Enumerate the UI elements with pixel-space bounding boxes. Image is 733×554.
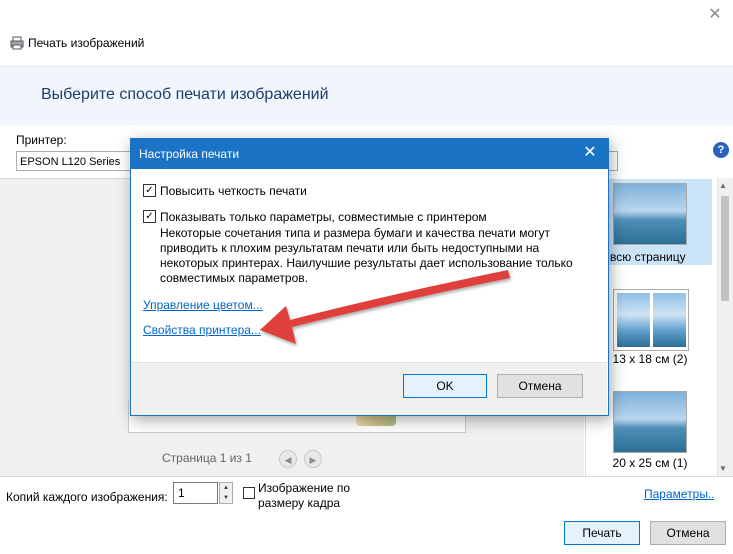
printer-properties-link[interactable]: Свойства принтера...: [143, 323, 261, 337]
window-close-button[interactable]: ✕: [705, 4, 725, 24]
layout-thumbnail[interactable]: [613, 183, 687, 245]
printer-select[interactable]: EPSON L120 Series: [16, 151, 134, 171]
copies-label: Копий каждого изображения:: [6, 490, 168, 504]
window-titlebar: [0, 0, 733, 60]
dialog-title: Настройка печати: [139, 147, 240, 161]
ok-button[interactable]: OK: [403, 374, 487, 398]
layout-label: 13 x 18 см (2): [612, 352, 688, 366]
page-heading: Выберите способ печати изображений: [41, 86, 329, 103]
layout-thumbnail[interactable]: [613, 289, 689, 351]
printer-icon: [10, 36, 24, 50]
dialog-cancel-button[interactable]: Отмена: [497, 374, 583, 398]
scroll-down-icon[interactable]: ▼: [719, 464, 727, 473]
sharpen-checkbox[interactable]: ✓: [143, 184, 156, 197]
compat-only-checkbox[interactable]: ✓: [143, 210, 156, 223]
thumbnail-half: [653, 293, 686, 347]
layout-thumbnail[interactable]: [613, 391, 687, 453]
fit-to-frame-label: Изображение по размеру кадра: [258, 481, 351, 510]
next-page-button[interactable]: ▶: [304, 450, 322, 468]
options-link[interactable]: Параметры..: [644, 487, 715, 501]
sharpen-label: Повысить четкость печати: [160, 184, 307, 198]
print-button[interactable]: Печать: [564, 521, 640, 545]
dialog-close-button[interactable]: ✕: [580, 142, 600, 162]
layout-label: 20 x 25 см (1): [612, 456, 688, 470]
window-title: Печать изображений: [28, 36, 145, 50]
cancel-button[interactable]: Отмена: [650, 521, 726, 545]
scroll-up-icon[interactable]: ▲: [719, 181, 727, 190]
copies-spinner[interactable]: ▲ ▼: [219, 482, 233, 504]
prev-page-button[interactable]: ◀: [279, 450, 297, 468]
thumbnail-half: [617, 293, 650, 347]
help-icon[interactable]: ?: [713, 142, 729, 158]
compat-only-label: Показывать только параметры, совместимые…: [160, 210, 487, 224]
fit-to-frame-checkbox[interactable]: [243, 487, 255, 499]
copies-input[interactable]: 1: [173, 482, 218, 504]
compat-description: Некоторые сочетания типа и размера бумаг…: [160, 226, 573, 285]
printer-label: Принтер:: [16, 133, 67, 147]
color-management-link[interactable]: Управление цветом...: [143, 298, 263, 312]
page-indicator: Страница 1 из 1: [162, 451, 252, 465]
scroll-thumb[interactable]: [721, 196, 729, 301]
